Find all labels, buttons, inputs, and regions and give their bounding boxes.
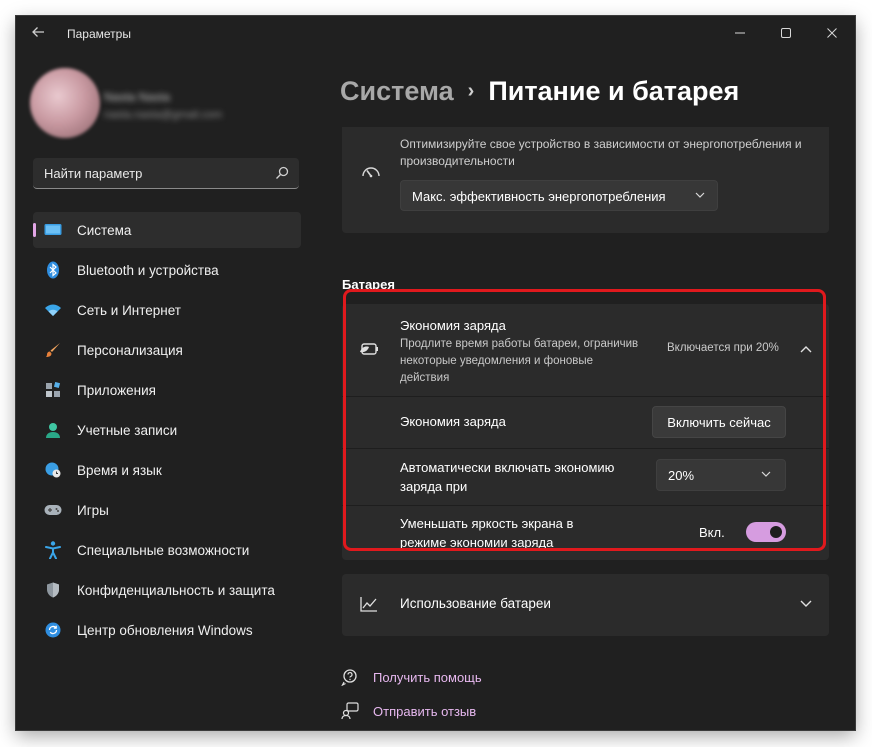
close-icon (827, 28, 837, 38)
chart-line-icon (360, 597, 377, 612)
sidebar-item-windows-update[interactable]: Центр обновления Windows (33, 612, 301, 648)
page-title: Питание и батарея (488, 76, 740, 106)
bluetooth-icon (44, 261, 62, 279)
close-button[interactable] (809, 16, 855, 50)
sidebar-item-time-language[interactable]: Время и язык (33, 452, 301, 488)
breadcrumb: Система › Питание и батарея (340, 76, 739, 107)
shield-icon (44, 581, 62, 599)
chevron-up-icon[interactable] (799, 343, 813, 355)
system-icon (44, 221, 62, 239)
battery-usage-card[interactable]: Использование батареи (342, 574, 829, 636)
back-arrow-icon[interactable] (28, 25, 48, 41)
user-name: Nasta Nasta (104, 90, 171, 104)
search-icon[interactable] (275, 166, 289, 180)
battery-threshold-value: 20% (668, 468, 695, 483)
send-feedback-text[interactable]: Отправить отзыв (373, 704, 476, 719)
battery-saver-status: Включается при 20% (667, 342, 779, 354)
sidebar-item-label: Сеть и Интернет (77, 302, 181, 318)
gamepad-icon (44, 501, 62, 519)
sidebar-item-label: Система (77, 222, 132, 238)
sidebar-nav: Система Bluetooth и устройства Сеть и Ин… (33, 212, 301, 652)
battery-saver-description: Продлите время работы батареи, ограничив… (400, 338, 639, 384)
sidebar-item-label: Время и язык (77, 462, 162, 478)
breadcrumb-parent[interactable]: Система (340, 76, 454, 106)
battery-saver-auto-label: Автоматически включать экономию заряда п… (400, 460, 615, 494)
battery-saver-card: Экономия заряда Продлите время работы ба… (342, 304, 829, 560)
sidebar-item-accounts[interactable]: Учетные записи (33, 412, 301, 448)
battery-saver-header[interactable]: Экономия заряда Продлите время работы ба… (342, 304, 829, 397)
sidebar-item-label: Конфиденциальность и защита (77, 582, 275, 598)
settings-window: Параметры Nasta Nasta nasta.nasta@gmail.… (16, 16, 855, 730)
app-title: Параметры (67, 27, 131, 41)
sidebar-item-label: Учетные записи (77, 422, 178, 438)
user-email: nasta.nasta@gmail.com (104, 109, 223, 121)
maximize-button[interactable] (763, 16, 809, 50)
brush-icon (44, 341, 62, 359)
battery-saver-now-label: Экономия заряда (400, 414, 506, 429)
battery-saver-dim-label: Уменьшать яркость экрана в режиме эконом… (400, 516, 574, 550)
sidebar-item-apps[interactable]: Приложения (33, 372, 301, 408)
battery-saver-dim-row: Уменьшать яркость экрана в режиме эконом… (342, 505, 829, 560)
sidebar-item-label: Специальные возможности (77, 542, 250, 558)
sidebar-item-label: Игры (77, 502, 109, 518)
sidebar-item-system[interactable]: Система (33, 212, 301, 248)
help-icon (341, 668, 359, 686)
battery-threshold-dropdown[interactable]: 20% (656, 459, 786, 491)
avatar[interactable] (30, 68, 100, 138)
sidebar-item-bluetooth[interactable]: Bluetooth и устройства (33, 252, 301, 288)
speedometer-icon (362, 167, 380, 178)
battery-saver-now-row: Экономия заряда Включить сейчас (342, 396, 829, 449)
turn-on-now-button[interactable]: Включить сейчас (652, 406, 786, 438)
minimize-button[interactable] (717, 16, 763, 50)
sidebar-item-label: Персонализация (77, 342, 183, 358)
sidebar-item-label: Bluetooth и устройства (77, 262, 219, 278)
breadcrumb-separator: › (467, 80, 475, 102)
power-mode-dropdown[interactable]: Макс. эффективность энергопотребления (400, 180, 718, 211)
feedback-icon (341, 702, 359, 720)
maximize-icon (781, 28, 791, 38)
sidebar-item-network[interactable]: Сеть и Интернет (33, 292, 301, 328)
get-help-text[interactable]: Получить помощь (373, 670, 482, 685)
person-icon (44, 421, 62, 439)
title-bar: Параметры (16, 16, 855, 50)
toggle-knob (770, 526, 782, 538)
sidebar-item-label: Приложения (77, 382, 156, 398)
apps-icon (44, 381, 62, 399)
power-mode-card: Оптимизируйте свое устройство в зависимо… (342, 127, 829, 233)
battery-saver-title: Экономия заряда (400, 318, 506, 333)
sidebar-item-personalization[interactable]: Персонализация (33, 332, 301, 368)
chevron-down-icon (800, 600, 812, 607)
power-mode-description: Оптимизируйте свое устройство в зависимо… (400, 137, 802, 168)
get-help-link[interactable]: Получить помощь (341, 668, 482, 686)
power-mode-value: Макс. эффективность энергопотребления (412, 189, 666, 204)
update-icon (44, 621, 62, 639)
globe-clock-icon (44, 461, 62, 479)
battery-leaf-icon (360, 343, 378, 355)
search-placeholder: Найти параметр (44, 166, 143, 181)
content-area: Оптимизируйте свое устройство в зависимо… (341, 127, 831, 730)
section-title: Батарея (342, 277, 395, 292)
chevron-down-icon (695, 192, 705, 198)
send-feedback-link[interactable]: Отправить отзыв (341, 702, 476, 720)
accessibility-icon (44, 541, 62, 559)
wifi-icon (44, 301, 62, 319)
battery-saver-auto-row: Автоматически включать экономию заряда п… (342, 448, 829, 506)
sidebar-item-label: Центр обновления Windows (77, 622, 253, 638)
toggle-state-label: Вкл. (699, 525, 725, 540)
sidebar-item-gaming[interactable]: Игры (33, 492, 301, 528)
search-input[interactable]: Найти параметр (33, 158, 299, 189)
sidebar-item-privacy[interactable]: Конфиденциальность и защита (33, 572, 301, 608)
battery-usage-label: Использование батареи (400, 596, 551, 611)
dim-screen-toggle[interactable] (746, 522, 786, 542)
minimize-icon (735, 32, 745, 34)
sidebar-item-accessibility[interactable]: Специальные возможности (33, 532, 301, 568)
chevron-down-icon (761, 471, 771, 477)
